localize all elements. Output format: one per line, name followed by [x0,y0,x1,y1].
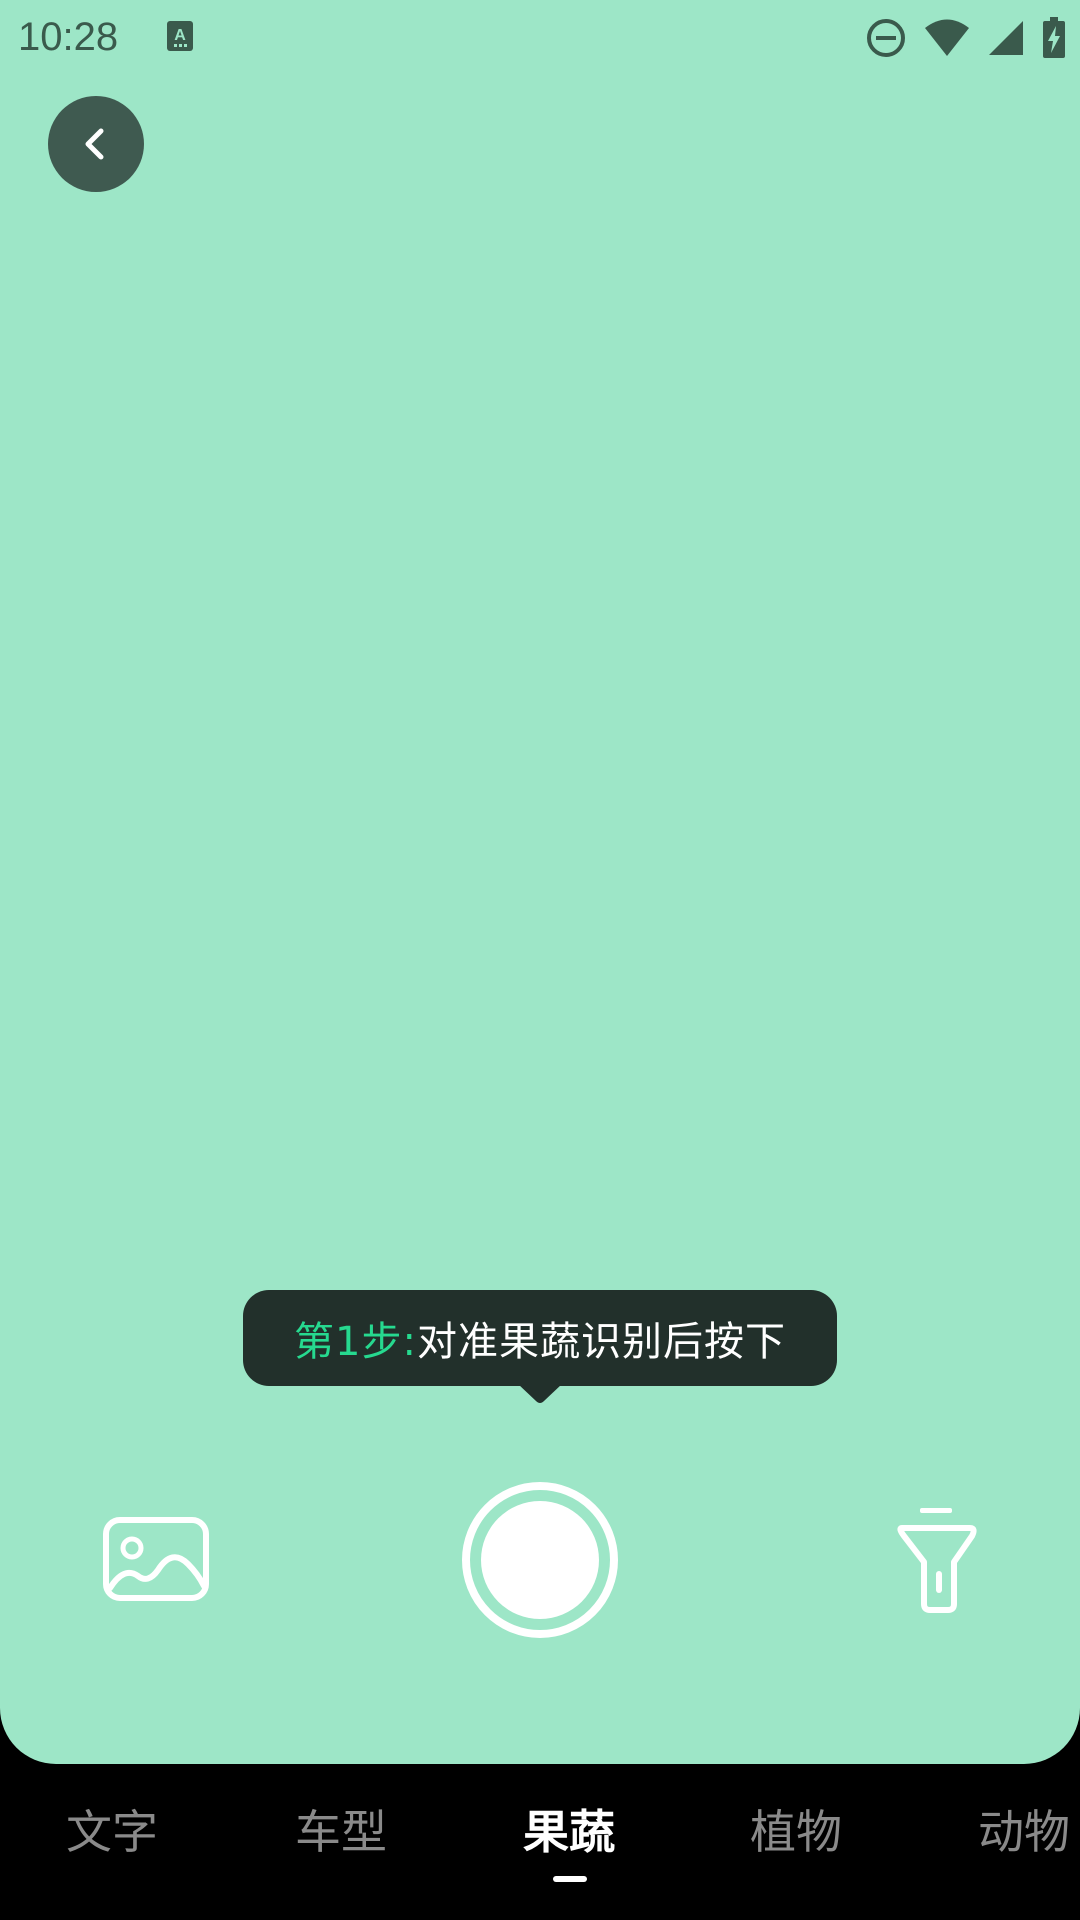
mode-tab-bar: 文字 车型 果蔬 植物 动物 [0,1764,1080,1920]
shutter-icon [481,1501,599,1619]
tip-step-label: 第1步: [294,1319,417,1365]
flashlight-icon[interactable] [892,1506,980,1614]
tip-text: 对准果蔬识别后按下 [416,1319,786,1365]
camera-preview: 10:28 A 第1步: 对准果蔬识别后按下 [0,0,1080,1764]
gallery-button[interactable] [102,1516,210,1602]
tab-animal[interactable]: 动物 [978,1804,1070,1860]
status-icons [866,14,1066,62]
cell-signal-icon [989,21,1023,55]
tab-fruit-vegetable[interactable]: 果蔬 [523,1804,615,1860]
status-bar: 10:28 A [0,0,1080,74]
tooltip-arrow [518,1384,562,1403]
tab-text[interactable]: 文字 [66,1804,158,1860]
screen: 10:28 A 第1步: 对准果蔬识别后按下 文字 车型 果蔬 植物 动物 [0,0,1080,1920]
active-tab-indicator [553,1876,587,1882]
tab-plant[interactable]: 植物 [750,1804,842,1860]
battery-charging-icon [1043,17,1065,58]
tab-car-model[interactable]: 车型 [295,1804,387,1860]
wifi-icon [925,19,969,56]
chevron-left-icon [85,128,104,160]
svg-text:A: A [174,27,186,44]
do-not-disturb-icon [867,19,905,57]
status-time: 10:28 [18,15,119,59]
instruction-tooltip: 第1步: 对准果蔬识别后按下 [243,1290,837,1386]
keyboard-a-icon: A [167,21,193,51]
back-button[interactable] [48,96,144,192]
shutter-button[interactable] [462,1482,618,1638]
